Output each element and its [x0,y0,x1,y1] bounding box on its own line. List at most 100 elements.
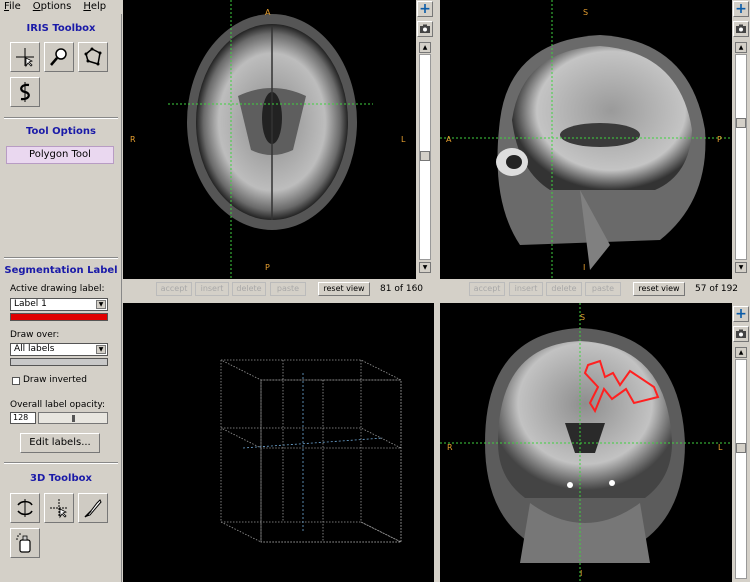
coronal-orientation-left: R [447,443,453,452]
axial-scroll-down[interactable]: ▼ [419,262,431,273]
rotate-3d-button[interactable] [10,493,40,523]
coronal-slice-scrollbar[interactable] [735,359,747,579]
sagittal-snapshot-button[interactable] [733,21,749,37]
opacity-caption: Overall label opacity: [10,400,106,410]
coronal-view-sidebar: + ▲ [732,303,750,582]
coronal-orientation-right: L [718,443,723,452]
delete-button[interactable]: delete [232,282,266,296]
scalpel-button[interactable] [78,493,108,523]
crosshair-3d-icon [50,499,68,519]
accept-button[interactable]: accept [469,282,505,296]
coronal-view[interactable]: S I R L [440,303,732,582]
crosshair-tool-button[interactable] [10,42,40,72]
delete-button[interactable]: delete [546,282,582,296]
spraypaint-icon [16,533,31,553]
active-label-caption: Active drawing label: [10,284,105,294]
active-label-value: Label 1 [14,299,47,309]
sagittal-scroll-thumb[interactable] [736,118,746,128]
sagittal-orientation-top: S [583,8,589,17]
draw-inverted-label: Draw inverted [23,375,87,385]
axial-slice-image [168,0,373,279]
chevron-down-icon: ▼ [96,345,106,354]
opacity-slider[interactable] [38,412,108,424]
axial-snapshot-button[interactable] [417,21,433,37]
menu-help[interactable]: Help [83,0,106,14]
snake-tool-button[interactable] [10,77,40,107]
zoom-tool-icon [50,48,67,66]
axial-orientation-bottom: P [265,263,270,272]
active-tool-label: Polygon Tool [6,146,114,164]
snake-tool-icon [20,82,30,102]
camera-icon [736,24,746,33]
axial-scroll-up[interactable]: ▲ [419,42,431,53]
chevron-down-icon: ▼ [96,300,106,309]
polygon-tool-button[interactable] [78,42,108,72]
active-label-dropdown[interactable]: Label 1 ▼ [10,298,108,311]
sagittal-orientation-bottom: I [583,263,586,272]
sagittal-toolbar: accept insert delete paste reset view 57… [440,279,750,299]
iris-toolbox-title: IRIS Toolbox [26,23,96,34]
coronal-snapshot-button[interactable] [733,326,749,342]
crosshair-3d-button[interactable] [44,493,74,523]
3d-bounding-box [220,359,402,543]
left-panel: IRIS Toolbox Tool Options Polygon Tool S… [0,14,122,582]
axial-view-sidebar: + ▲ ▼ [416,0,434,279]
rotate-3d-icon [17,499,33,517]
plus-icon: + [419,1,431,17]
camera-icon [420,24,430,33]
label-color-swatch [10,313,108,321]
sagittal-view-sidebar: + ▲ ▼ [732,0,750,279]
sagittal-orientation-right: P [717,135,722,144]
paste-button[interactable]: paste [585,282,621,296]
sagittal-orientation-left: A [446,135,452,144]
zoom-tool-button[interactable] [44,42,74,72]
menu-options[interactable]: Options [33,0,72,14]
coronal-expand-button[interactable]: + [733,306,749,322]
camera-icon [736,329,746,338]
reset-view-button[interactable]: reset view [633,282,685,296]
axial-view[interactable]: A P R L [123,0,416,279]
insert-button[interactable]: insert [195,282,229,296]
draw-over-dropdown[interactable]: All labels ▼ [10,343,108,356]
edit-labels-button[interactable]: Edit labels... [20,433,100,453]
axial-expand-button[interactable]: + [417,1,433,17]
draw-inverted-checkbox[interactable] [12,377,20,385]
3d-toolbox-title: 3D Toolbox [30,473,92,484]
tool-options-title: Tool Options [26,126,96,137]
menu-bar: File Options Help [0,0,122,14]
sagittal-slice-image [440,0,732,279]
opacity-slider-thumb[interactable] [72,415,75,422]
opacity-input[interactable]: 128 [10,412,36,424]
sagittal-scroll-up[interactable]: ▲ [735,42,747,53]
axial-scroll-thumb[interactable] [420,151,430,161]
coronal-scroll-thumb[interactable] [736,443,746,453]
3d-view[interactable] [123,303,434,582]
axial-orientation-left: R [130,135,136,144]
itk-snap-window: File Options Help IRIS Toolbox Tool Opti… [0,0,750,582]
sagittal-scroll-down[interactable]: ▼ [735,262,747,273]
coronal-orientation-top: S [580,313,586,322]
separator [4,117,118,119]
plus-icon: + [735,306,747,322]
sagittal-slice-scrollbar[interactable] [735,54,747,260]
sagittal-slice-count: 57 of 192 [695,284,739,294]
sagittal-expand-button[interactable]: + [733,1,749,17]
reset-view-button[interactable]: reset view [318,282,370,296]
menu-file[interactable]: File [4,0,21,14]
axial-orientation-top: A [265,8,271,17]
separator [4,257,118,259]
plus-icon: + [735,1,747,17]
coronal-scroll-up[interactable]: ▲ [735,347,747,358]
paste-button[interactable]: paste [270,282,306,296]
spraypaint-button[interactable] [10,528,40,558]
draw-over-value: All labels [14,344,55,354]
axial-orientation-right: L [401,135,406,144]
axial-toolbar: accept insert delete paste reset view 81… [123,279,434,299]
scalpel-icon [84,499,102,518]
insert-button[interactable]: insert [509,282,543,296]
draw-over-color-swatch [10,358,108,366]
sagittal-view[interactable]: S I A P [440,0,732,279]
accept-button[interactable]: accept [156,282,192,296]
polygon-tool-icon [84,47,102,66]
coronal-orientation-bottom: I [580,569,583,578]
